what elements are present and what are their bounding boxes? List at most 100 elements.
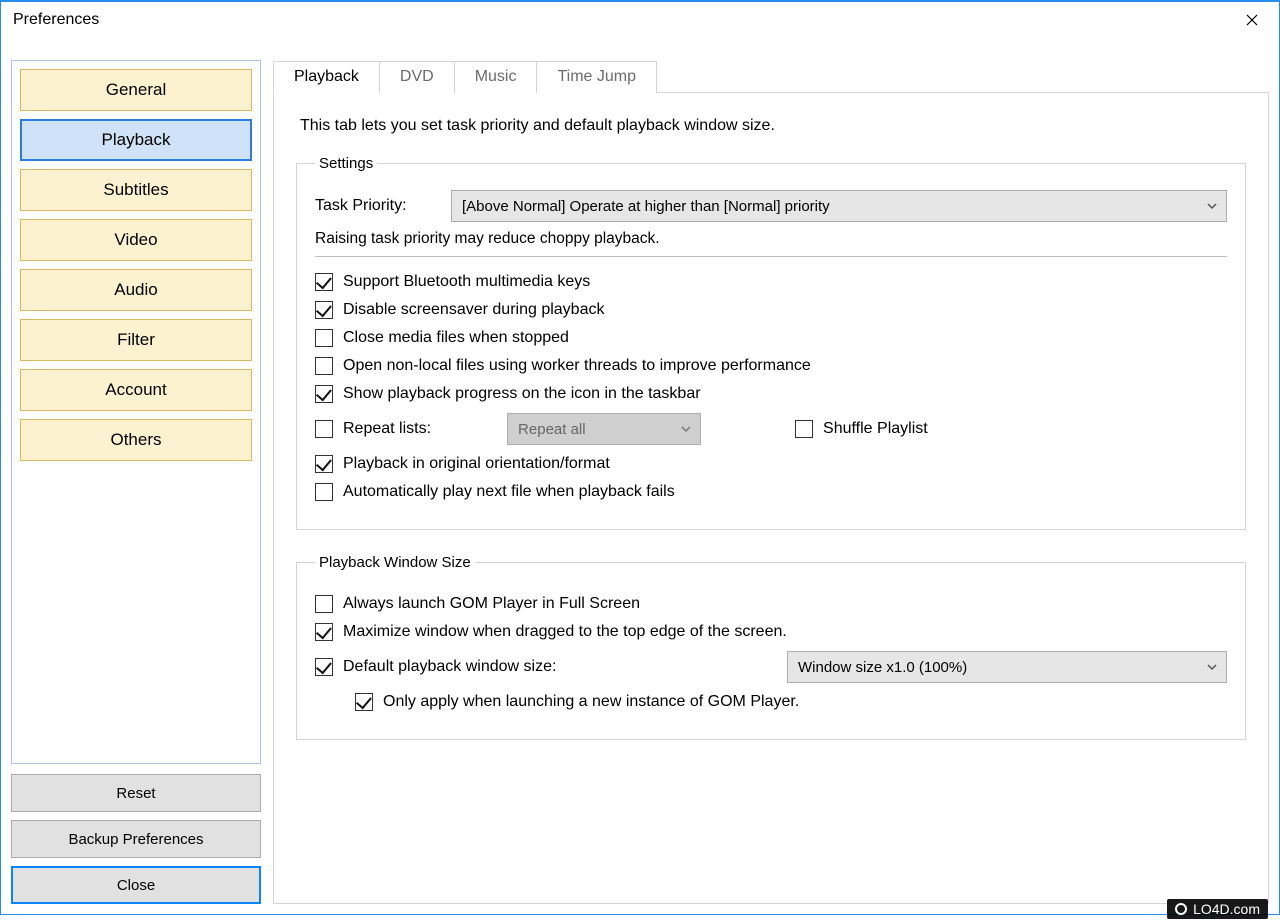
checkbox-label: Open non-local files using worker thread…: [343, 357, 811, 375]
backup-preferences-button[interactable]: Backup Preferences: [11, 820, 261, 858]
sidebar-item-label: Filter: [117, 330, 155, 350]
tab-bar: Playback DVD Music Time Jump: [273, 60, 1269, 92]
window-body: General Playback Subtitles Video Audio F…: [1, 38, 1279, 914]
check-orientation[interactable]: Playback in original orientation/format: [315, 455, 1227, 473]
sidebar-item-playback[interactable]: Playback: [20, 119, 252, 161]
sidebar-item-filter[interactable]: Filter: [20, 319, 252, 361]
sidebar-item-label: Subtitles: [103, 180, 168, 200]
checkbox-label: Shuffle Playlist: [823, 420, 928, 438]
checkbox-label: Default playback window size:: [343, 658, 556, 676]
checkbox[interactable]: [795, 420, 813, 438]
sidebar-item-label: Account: [105, 380, 166, 400]
task-priority-dropdown[interactable]: [Above Normal] Operate at higher than [N…: [451, 190, 1227, 222]
tab-label: Music: [475, 68, 517, 85]
check-shuffle[interactable]: Shuffle Playlist: [795, 420, 928, 438]
check-auto-next[interactable]: Automatically play next file when playba…: [315, 483, 1227, 501]
tab-playback[interactable]: Playback: [273, 61, 380, 93]
checkbox-label: Only apply when launching a new instance…: [383, 693, 799, 711]
checkbox-label: Repeat lists:: [343, 420, 431, 438]
checkbox[interactable]: [315, 329, 333, 347]
checkbox[interactable]: [315, 357, 333, 375]
check-repeat-lists[interactable]: [315, 420, 333, 438]
checkbox[interactable]: [315, 301, 333, 319]
preferences-window: Preferences General Playback Subtitles V…: [0, 0, 1280, 915]
tab-label: Time Jump: [557, 68, 636, 85]
default-window-size-row: Default playback window size: Window siz…: [315, 651, 1227, 683]
checkbox-label: Disable screensaver during playback: [343, 301, 604, 319]
close-button[interactable]: Close: [11, 866, 261, 904]
check-only-new-instance[interactable]: Only apply when launching a new instance…: [355, 693, 1227, 711]
tab-content: This tab lets you set task priority and …: [273, 92, 1269, 904]
window-size-group: Playback Window Size Always launch GOM P…: [296, 554, 1246, 740]
check-default-window-size[interactable]: [315, 658, 333, 676]
tab-dvd[interactable]: DVD: [379, 61, 455, 93]
check-bluetooth[interactable]: Support Bluetooth multimedia keys: [315, 273, 1227, 291]
chevron-down-icon: [1206, 661, 1218, 673]
window-size-legend: Playback Window Size: [315, 554, 475, 571]
repeat-row: Repeat lists: Repeat all Shuffle Playlis…: [315, 413, 1227, 445]
sidebar-item-video[interactable]: Video: [20, 219, 252, 261]
dropdown-value: Window size x1.0 (100%): [798, 659, 967, 676]
sidebar-actions: Reset Backup Preferences Close: [11, 774, 261, 904]
chevron-down-icon: [680, 423, 692, 435]
sidebar-item-subtitles[interactable]: Subtitles: [20, 169, 252, 211]
tab-description: This tab lets you set task priority and …: [300, 117, 1246, 135]
checkbox-label: Close media files when stopped: [343, 329, 569, 347]
dropdown-value: [Above Normal] Operate at higher than [N…: [462, 198, 830, 215]
checkbox[interactable]: [315, 455, 333, 473]
sidebar-item-label: General: [106, 80, 166, 100]
sidebar-nav: General Playback Subtitles Video Audio F…: [11, 60, 261, 764]
sidebar-item-account[interactable]: Account: [20, 369, 252, 411]
checkbox[interactable]: [315, 623, 333, 641]
source-watermark: LO4D.com: [1167, 899, 1268, 919]
settings-legend: Settings: [315, 155, 377, 172]
settings-group: Settings Task Priority: [Above Normal] O…: [296, 155, 1246, 530]
check-maximize-top-edge[interactable]: Maximize window when dragged to the top …: [315, 623, 1227, 641]
button-label: Close: [117, 877, 155, 894]
button-label: Reset: [116, 785, 155, 802]
sidebar-item-audio[interactable]: Audio: [20, 269, 252, 311]
globe-icon: [1175, 903, 1187, 915]
default-window-size-dropdown[interactable]: Window size x1.0 (100%): [787, 651, 1227, 683]
task-priority-label: Task Priority:: [315, 197, 437, 215]
task-priority-row: Task Priority: [Above Normal] Operate at…: [315, 190, 1227, 222]
checkbox[interactable]: [315, 385, 333, 403]
task-priority-note: Raising task priority may reduce choppy …: [315, 230, 1227, 248]
checkbox[interactable]: [315, 273, 333, 291]
tab-label: Playback: [294, 68, 359, 85]
chevron-down-icon: [1206, 200, 1218, 212]
tab-time-jump[interactable]: Time Jump: [536, 61, 657, 93]
check-worker-threads[interactable]: Open non-local files using worker thread…: [315, 357, 1227, 375]
reset-button[interactable]: Reset: [11, 774, 261, 812]
repeat-mode-dropdown[interactable]: Repeat all: [507, 413, 701, 445]
checkbox-label: Automatically play next file when playba…: [343, 483, 675, 501]
close-icon: [1246, 14, 1258, 26]
titlebar: Preferences: [1, 2, 1279, 38]
checkbox[interactable]: [315, 483, 333, 501]
main-panel: Playback DVD Music Time Jump This tab le…: [273, 38, 1269, 904]
checkbox[interactable]: [355, 693, 373, 711]
window-title: Preferences: [13, 11, 1229, 29]
checkbox-label: Playback in original orientation/format: [343, 455, 610, 473]
check-screensaver[interactable]: Disable screensaver during playback: [315, 301, 1227, 319]
check-close-on-stop[interactable]: Close media files when stopped: [315, 329, 1227, 347]
checkbox-label: Support Bluetooth multimedia keys: [343, 273, 590, 291]
sidebar: General Playback Subtitles Video Audio F…: [11, 38, 261, 904]
sidebar-item-general[interactable]: General: [20, 69, 252, 111]
watermark-text: LO4D.com: [1193, 901, 1260, 917]
window-close-button[interactable]: [1229, 5, 1275, 35]
button-label: Backup Preferences: [68, 831, 203, 848]
tab-label: DVD: [400, 68, 434, 85]
checkbox-label: Always launch GOM Player in Full Screen: [343, 595, 640, 613]
sidebar-item-label: Playback: [102, 130, 171, 150]
check-fullscreen[interactable]: Always launch GOM Player in Full Screen: [315, 595, 1227, 613]
check-taskbar-progress[interactable]: Show playback progress on the icon in th…: [315, 385, 1227, 403]
sidebar-item-others[interactable]: Others: [20, 419, 252, 461]
tab-music[interactable]: Music: [454, 61, 538, 93]
checkbox-label: Show playback progress on the icon in th…: [343, 385, 701, 403]
separator: [315, 256, 1227, 257]
checkbox[interactable]: [315, 595, 333, 613]
dropdown-value: Repeat all: [518, 421, 586, 438]
sidebar-item-label: Audio: [114, 280, 157, 300]
sidebar-item-label: Video: [114, 230, 157, 250]
